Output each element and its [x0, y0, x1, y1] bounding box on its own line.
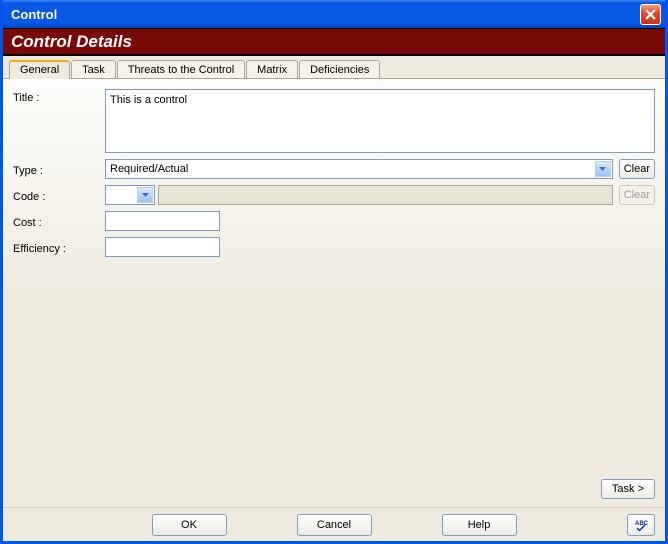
title-input[interactable] — [105, 89, 655, 153]
ok-button[interactable]: OK — [152, 514, 227, 536]
window-title: Control — [11, 7, 640, 22]
type-label: Type : — [13, 162, 105, 177]
row-cost: Cost : — [13, 211, 655, 231]
page-title: Control Details — [11, 32, 132, 52]
chevron-down-icon — [137, 187, 153, 203]
chevron-down-icon — [595, 161, 611, 177]
cancel-button[interactable]: Cancel — [297, 514, 372, 536]
task-nav-wrap: Task > — [601, 479, 655, 499]
title-label: Title : — [13, 89, 105, 104]
tab-matrix[interactable]: Matrix — [246, 60, 298, 79]
type-clear-button[interactable]: Clear — [619, 159, 655, 179]
close-icon — [645, 9, 656, 20]
efficiency-input[interactable] — [105, 237, 220, 257]
efficiency-label: Efficiency : — [13, 240, 105, 255]
tab-general[interactable]: General — [9, 60, 70, 79]
titlebar: Control — [3, 0, 665, 28]
row-title: Title : — [13, 89, 655, 153]
type-value: Required/Actual — [110, 163, 188, 175]
tab-task[interactable]: Task — [71, 60, 116, 79]
type-select[interactable]: Required/Actual — [105, 159, 613, 179]
close-button[interactable] — [640, 4, 661, 25]
code-label: Code : — [13, 188, 105, 203]
help-button[interactable]: Help — [442, 514, 517, 536]
cost-label: Cost : — [13, 214, 105, 229]
row-code: Code : Clear — [13, 185, 655, 205]
cost-input[interactable] — [105, 211, 220, 231]
code-select[interactable] — [105, 185, 155, 205]
header-band: Control Details — [3, 28, 665, 56]
row-type: Type : Required/Actual Clear — [13, 159, 655, 179]
spellcheck-icon: ABC — [634, 518, 648, 532]
code-readonly-field — [158, 185, 613, 205]
content-pane: Title : Type : Required/Actual Clear Cod… — [3, 78, 665, 507]
tab-threats[interactable]: Threats to the Control — [117, 60, 245, 79]
svg-text:ABC: ABC — [635, 521, 648, 527]
row-efficiency: Efficiency : — [13, 237, 655, 257]
tab-deficiencies[interactable]: Deficiencies — [299, 60, 380, 79]
spellcheck-button[interactable]: ABC — [627, 514, 655, 536]
footer: OK Cancel Help ABC — [3, 507, 665, 541]
task-next-button[interactable]: Task > — [601, 479, 655, 499]
code-clear-button: Clear — [619, 185, 655, 205]
tab-strip: General Task Threats to the Control Matr… — [3, 56, 665, 78]
dialog-window: Control Control Details General Task Thr… — [0, 0, 668, 544]
